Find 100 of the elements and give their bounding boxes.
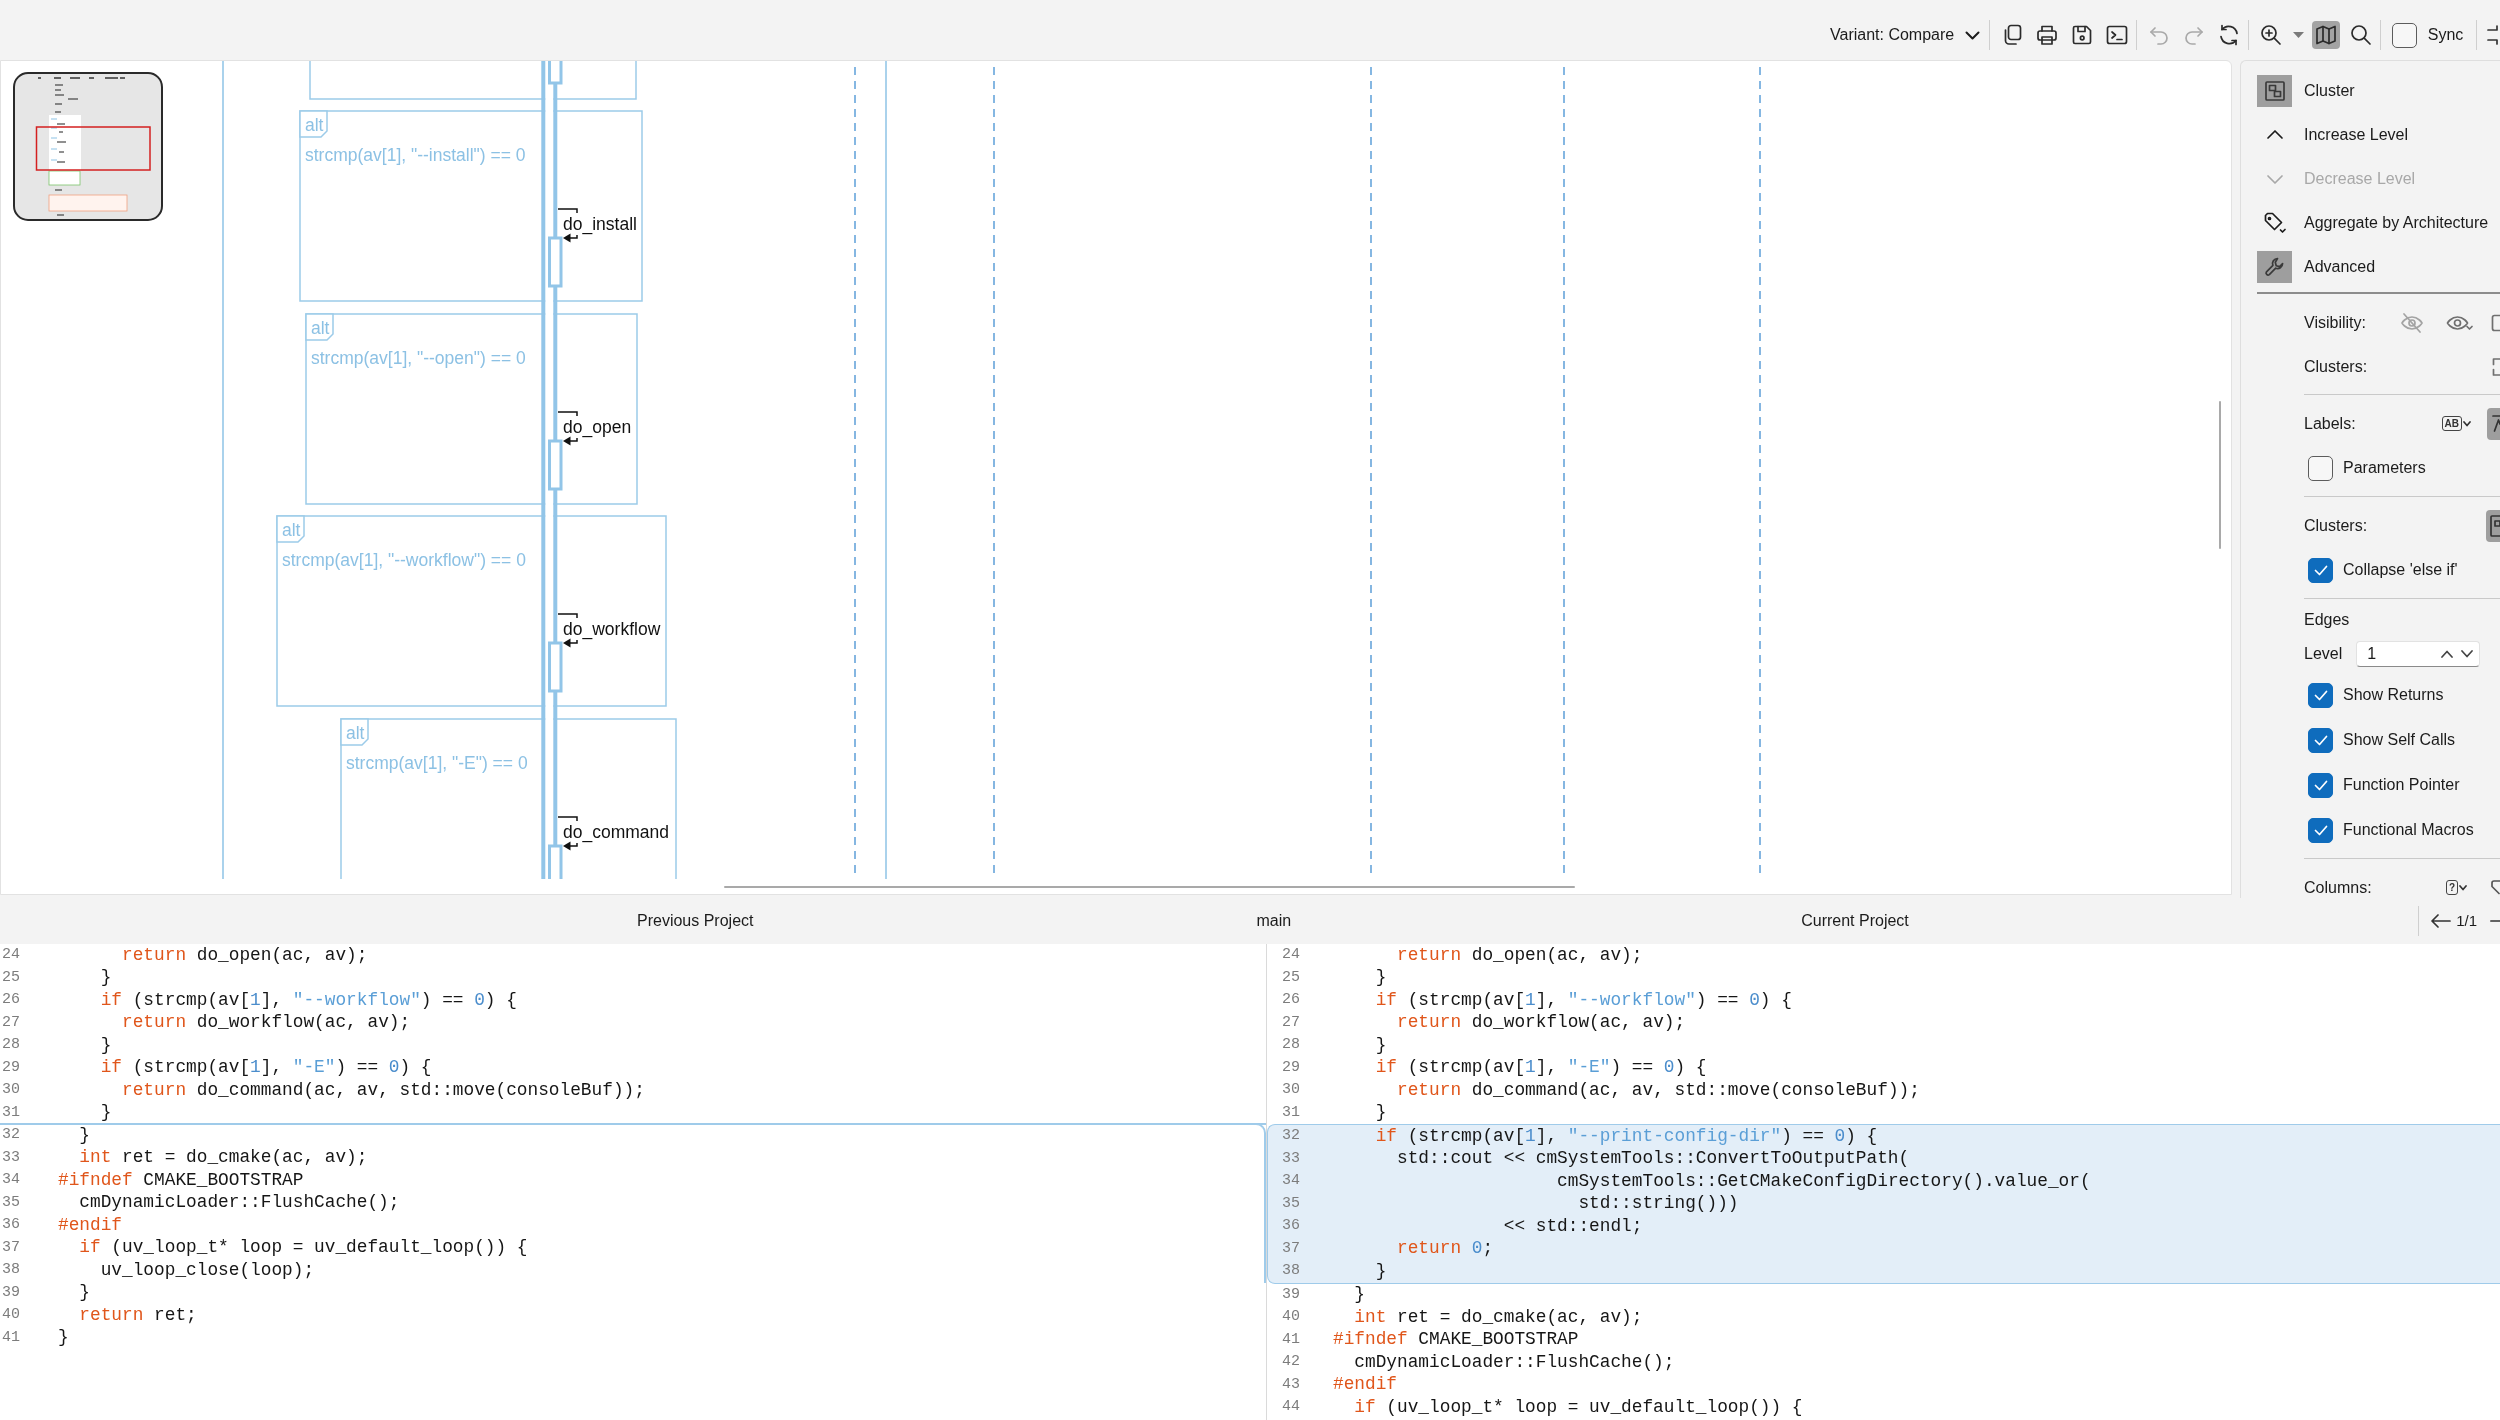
checkbox[interactable] bbox=[2308, 557, 2333, 583]
checkbox-label: Sync bbox=[2427, 25, 2464, 45]
panel-action[interactable]: Aggregate by Architecture bbox=[2257, 201, 2489, 245]
chevron-down-icon bbox=[1965, 30, 1981, 40]
hunk-counter: 1/1 bbox=[2456, 910, 2477, 931]
code-line: if (strcmp(av[1], "--print-config-dir") == 0) { bbox=[1375, 1124, 1878, 1148]
line-number: 40 bbox=[1282, 1307, 1300, 1327]
code-line: } bbox=[100, 1101, 112, 1125]
line-number: 37 bbox=[1282, 1238, 1300, 1259]
code-line: } bbox=[100, 966, 112, 990]
line-number: 38 bbox=[2, 1260, 20, 1280]
line-number: 29 bbox=[1282, 1057, 1300, 1078]
code-line: } bbox=[1375, 966, 1387, 990]
line-number: 31 bbox=[1282, 1102, 1300, 1123]
checkbox[interactable] bbox=[2391, 22, 2417, 48]
panel-action[interactable]: Increase Level bbox=[2257, 113, 2409, 157]
code-line: return do_workflow(ac, av); bbox=[1397, 1011, 1686, 1035]
checkbox[interactable] bbox=[2308, 817, 2333, 843]
code-line: } bbox=[58, 1326, 69, 1350]
code-line: if (uv_loop_t* loop = uv_default_loop()) { bbox=[1354, 1395, 1803, 1419]
function-name: main bbox=[1256, 911, 1292, 931]
minimap[interactable] bbox=[13, 72, 163, 221]
row-label: Labels: bbox=[2304, 413, 2356, 434]
line-number: 39 bbox=[1282, 1284, 1300, 1305]
line-number: 34 bbox=[2, 1170, 20, 1190]
code-line: } bbox=[1375, 1101, 1387, 1125]
label-format-dropdown[interactable]: AB bbox=[2440, 410, 2472, 437]
fragment-operator: alt bbox=[299, 110, 328, 138]
code-line: } bbox=[1375, 1033, 1387, 1057]
fragment-operator: alt bbox=[340, 718, 369, 746]
line-number: 30 bbox=[2, 1080, 20, 1100]
checkmark-icon bbox=[2313, 824, 2328, 836]
line-number: 27 bbox=[2, 1012, 20, 1033]
line-number: 36 bbox=[2, 1215, 20, 1235]
code-line: return do_workflow(ac, av); bbox=[122, 1011, 411, 1035]
code-line: if (uv_loop_t* loop = uv_default_loop()) { bbox=[79, 1236, 528, 1260]
line-number: 32 bbox=[1282, 1126, 1300, 1146]
caret-down-icon[interactable] bbox=[2293, 32, 2305, 38]
code-line: if (strcmp(av[1], "--workflow") == 0) { bbox=[100, 988, 517, 1012]
line-number: 33 bbox=[2, 1147, 20, 1168]
line-number: 39 bbox=[2, 1282, 20, 1303]
layout-icon[interactable] bbox=[2487, 23, 2500, 47]
text-style-icon[interactable] bbox=[2487, 407, 2500, 440]
line-number: 24 bbox=[1282, 945, 1300, 965]
row-label: Columns: bbox=[2304, 877, 2372, 898]
fragment-condition: strcmp(av[1], "--workflow") == 0 bbox=[282, 550, 526, 570]
code-line: if (strcmp(av[1], "-E") == 0) { bbox=[100, 1056, 432, 1080]
caret-down-icon bbox=[2463, 420, 2471, 427]
line-number: 28 bbox=[2, 1035, 20, 1055]
caret-down-icon bbox=[2459, 884, 2467, 891]
map-icon[interactable] bbox=[2311, 21, 2340, 49]
code-line: } bbox=[79, 1123, 90, 1147]
code-line: return do_open(ac, av); bbox=[122, 944, 368, 967]
line-number: 43 bbox=[1282, 1374, 1300, 1395]
line-number: 35 bbox=[1282, 1193, 1300, 1214]
call-label: do_open bbox=[563, 417, 632, 437]
code-line: return do_command(ac, av, std::move(consoleBuf)); bbox=[122, 1078, 645, 1102]
fragment-condition: strcmp(av[1], "--install") == 0 bbox=[305, 145, 526, 165]
row-label: Visibility: bbox=[2304, 312, 2366, 333]
arrow-left-icon[interactable] bbox=[2431, 914, 2452, 928]
code-line: #endif bbox=[1333, 1373, 1398, 1397]
level-stepper-field[interactable]: 1 bbox=[2356, 640, 2481, 667]
panel-action[interactable]: Advanced bbox=[2257, 245, 2376, 289]
line-number: 41 bbox=[1282, 1329, 1300, 1350]
code-line: } bbox=[1354, 1283, 1365, 1307]
checkbox-label: Collapse 'else if' bbox=[2343, 560, 2458, 580]
code-line: #endif bbox=[58, 1213, 123, 1237]
line-number: 30 bbox=[1282, 1080, 1300, 1100]
chevron-down-icon[interactable] bbox=[2461, 649, 2474, 658]
checkbox[interactable] bbox=[2308, 682, 2333, 708]
line-number: 24 bbox=[2, 945, 20, 965]
code-line: if (strcmp(av[1], "--workflow") == 0) { bbox=[1375, 988, 1792, 1012]
checkbox[interactable] bbox=[2308, 455, 2333, 481]
checkbox[interactable] bbox=[2308, 772, 2333, 798]
line-number: 25 bbox=[1282, 967, 1300, 988]
panel-action[interactable]: Cluster bbox=[2257, 69, 2355, 113]
checkbox[interactable] bbox=[2308, 727, 2333, 753]
line-number: 27 bbox=[1282, 1012, 1300, 1033]
variant-dropdown[interactable]: Variant: Compare bbox=[1830, 23, 1981, 47]
code-line: } bbox=[1375, 1259, 1387, 1283]
line-number: 26 bbox=[2, 990, 20, 1010]
code-line: cmDynamicLoader::FlushCache(); bbox=[1354, 1350, 1675, 1374]
line-number: 34 bbox=[1282, 1171, 1300, 1191]
code-line: if (strcmp(av[1], "-E") == 0) { bbox=[1375, 1056, 1707, 1080]
call-label: do_command bbox=[563, 822, 670, 842]
line-number: 32 bbox=[2, 1125, 20, 1145]
cluster-icon[interactable] bbox=[2486, 509, 2500, 542]
checkbox-label: Show Self Calls bbox=[2343, 730, 2456, 750]
fragment-operator: alt bbox=[276, 515, 305, 543]
horizontal-scrollbar[interactable] bbox=[724, 886, 1575, 888]
vertical-scrollbar[interactable] bbox=[2219, 401, 2221, 549]
fragment-operator: alt bbox=[305, 313, 334, 341]
line-number: 41 bbox=[2, 1327, 20, 1348]
code-line: cmDynamicLoader::FlushCache(); bbox=[79, 1191, 400, 1215]
code-line: } bbox=[79, 1281, 90, 1305]
chevron-up-icon[interactable] bbox=[2441, 649, 2454, 658]
line-number: 40 bbox=[2, 1305, 20, 1325]
column-format-dropdown[interactable]: ? bbox=[2444, 874, 2468, 898]
section-heading: Edges bbox=[2304, 610, 2350, 630]
line-number: 33 bbox=[1282, 1148, 1300, 1169]
